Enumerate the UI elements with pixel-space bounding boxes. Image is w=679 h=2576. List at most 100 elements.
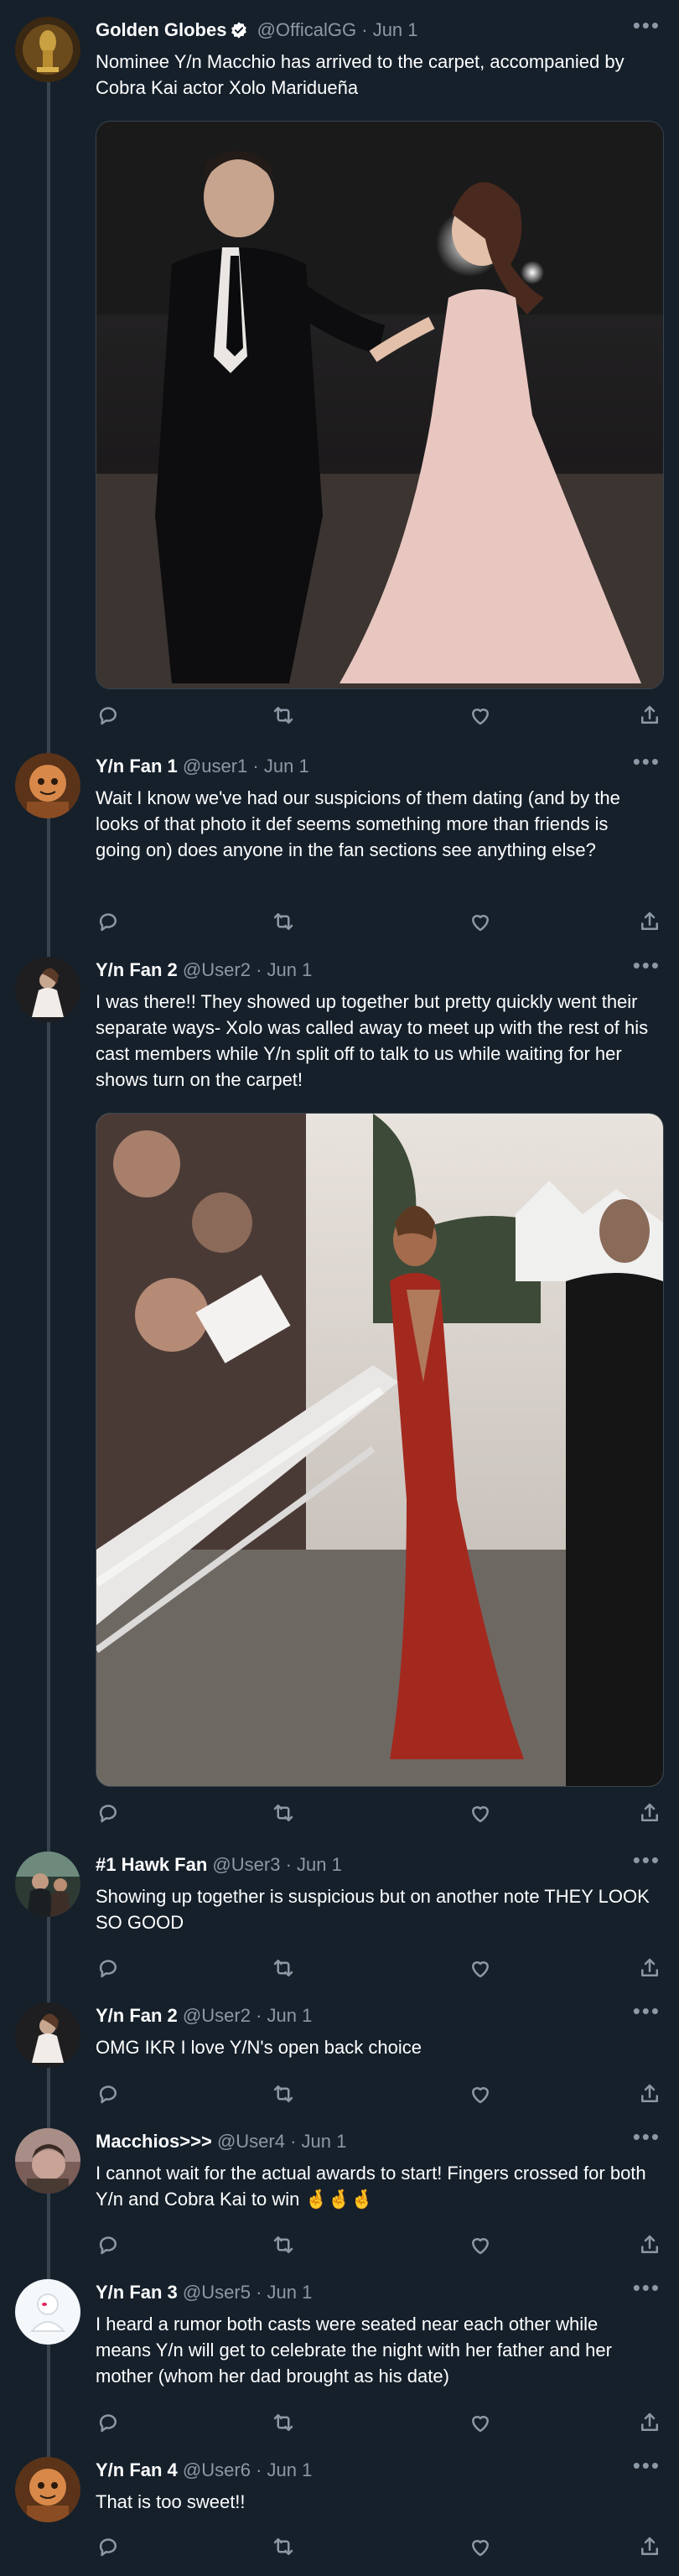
avatar[interactable]	[15, 1852, 80, 1917]
tweet-date[interactable]: Jun 1	[373, 19, 418, 40]
user-handle[interactable]: @User2	[183, 959, 251, 980]
tweet-date[interactable]: Jun 1	[267, 959, 313, 980]
tweet-text: OMG IKR I love Y/N's open back choice	[96, 2037, 422, 2058]
user-handle[interactable]: @User2	[183, 2005, 251, 2026]
tweet[interactable]: Y/n Fan 2 @User2 · Jun 1 ••• OMG IKR I l…	[0, 2000, 679, 2111]
tweet-actions	[96, 909, 662, 937]
tweet[interactable]: Golden Globes @OfficalGG · Jun 1 ••• Nom…	[0, 14, 679, 738]
display-name[interactable]: #1 Hawk Fan	[96, 1854, 207, 1875]
reply-icon[interactable]	[96, 909, 121, 934]
tweet-header: Y/n Fan 2 @User2 · Jun 1	[96, 2004, 312, 2028]
retweet-icon[interactable]	[271, 2232, 296, 2257]
tweet-date[interactable]: Jun 1	[267, 2459, 313, 2480]
reply-icon[interactable]	[96, 2081, 121, 2106]
tweet[interactable]: Y/n Fan 3 @User5 · Jun 1 ••• I heard a r…	[0, 2277, 679, 2444]
display-name[interactable]: Y/n Fan 3	[96, 2282, 178, 2303]
retweet-icon[interactable]	[271, 1800, 296, 1826]
display-name[interactable]: Golden Globes	[96, 19, 226, 40]
tweet-header: Y/n Fan 3 @User5 · Jun 1	[96, 2281, 312, 2304]
user-handle[interactable]: @OfficalGG	[257, 19, 357, 40]
tweet-header: Y/n Fan 1 @user1 · Jun 1	[96, 755, 309, 778]
user-handle[interactable]: @User5	[183, 2282, 251, 2303]
separator-dot: ·	[361, 19, 368, 40]
more-icon[interactable]: •••	[633, 2000, 661, 2022]
share-icon[interactable]	[637, 2232, 662, 2257]
share-icon[interactable]	[637, 703, 662, 728]
tweet[interactable]: Y/n Fan 2 @User2 · Jun 1 ••• I was there…	[0, 954, 679, 1837]
tweet-date[interactable]: Jun 1	[267, 2005, 313, 2026]
display-name[interactable]: Macchios>>>	[96, 2131, 212, 2152]
retweet-icon[interactable]	[271, 2081, 296, 2106]
like-icon[interactable]	[468, 2410, 493, 2435]
tweet-date[interactable]: Jun 1	[264, 756, 309, 776]
separator-dot: ·	[256, 2282, 262, 2303]
tweet-text: Showing up together is suspicious but on…	[96, 1886, 650, 1933]
retweet-icon[interactable]	[271, 1955, 296, 1981]
like-icon[interactable]	[468, 2081, 493, 2106]
more-icon[interactable]: •••	[633, 1849, 661, 1871]
more-icon[interactable]: •••	[633, 954, 661, 976]
tweet-text: I heard a rumor both casts were seated n…	[96, 2314, 612, 2386]
display-name[interactable]: Y/n Fan 4	[96, 2459, 178, 2480]
tweet-image[interactable]	[96, 1113, 664, 1787]
like-icon[interactable]	[468, 1955, 493, 1981]
tweet-text: Wait I know we've had our suspicions of …	[96, 787, 620, 860]
more-icon[interactable]: •••	[633, 750, 661, 772]
avatar[interactable]	[15, 2279, 80, 2345]
display-name[interactable]: Y/n Fan 2	[96, 959, 178, 980]
avatar[interactable]	[15, 17, 80, 82]
tweet-image[interactable]	[96, 121, 664, 689]
tweet[interactable]: Y/n Fan 4 @User6 · Jun 1 ••• That is too…	[0, 2454, 679, 2566]
share-icon[interactable]	[637, 2534, 662, 2559]
more-icon[interactable]: •••	[633, 14, 661, 36]
display-name[interactable]: Y/n Fan 1	[96, 756, 178, 776]
share-icon[interactable]	[637, 909, 662, 934]
tweet-text: Nominee Y/n Macchio has arrived to the c…	[96, 51, 625, 98]
avatar[interactable]	[15, 2128, 80, 2194]
reply-icon[interactable]	[96, 1955, 121, 1981]
share-icon[interactable]	[637, 2081, 662, 2106]
tweet[interactable]: Macchios>>> @User4 · Jun 1 ••• I cannot …	[0, 2126, 679, 2262]
retweet-icon[interactable]	[271, 703, 296, 728]
avatar[interactable]	[15, 2457, 80, 2522]
display-name[interactable]: Y/n Fan 2	[96, 2005, 178, 2026]
like-icon[interactable]	[468, 1800, 493, 1826]
separator-dot: ·	[256, 2459, 262, 2480]
reply-icon[interactable]	[96, 703, 121, 728]
user-handle[interactable]: @User3	[212, 1854, 280, 1875]
tweet[interactable]: Y/n Fan 1 @user1 · Jun 1 ••• Wait I know…	[0, 750, 679, 951]
avatar[interactable]	[15, 957, 80, 1022]
like-icon[interactable]	[468, 2534, 493, 2559]
tweet-date[interactable]: Jun 1	[302, 2131, 347, 2152]
separator-dot: ·	[256, 2005, 262, 2026]
reply-icon[interactable]	[96, 2232, 121, 2257]
like-icon[interactable]	[468, 909, 493, 934]
avatar[interactable]	[15, 753, 80, 818]
reply-icon[interactable]	[96, 2534, 121, 2559]
user-handle[interactable]: @user1	[183, 756, 247, 776]
user-handle[interactable]: @User6	[183, 2459, 251, 2480]
share-icon[interactable]	[637, 2410, 662, 2435]
tweet-header: #1 Hawk Fan @User3 · Jun 1	[96, 1853, 342, 1877]
more-icon[interactable]: •••	[633, 2277, 661, 2298]
like-icon[interactable]	[468, 703, 493, 728]
user-handle[interactable]: @User4	[217, 2131, 285, 2152]
tweet-text: I cannot wait for the actual awards to s…	[96, 2163, 646, 2210]
tweet-date[interactable]: Jun 1	[267, 2282, 313, 2303]
reply-icon[interactable]	[96, 2410, 121, 2435]
separator-dot: ·	[285, 1854, 292, 1875]
avatar[interactable]	[15, 2002, 80, 2068]
tweet[interactable]: #1 Hawk Fan @User3 · Jun 1 ••• Showing u…	[0, 1849, 679, 1986]
retweet-icon[interactable]	[271, 2534, 296, 2559]
like-icon[interactable]	[468, 2232, 493, 2257]
more-icon[interactable]: •••	[633, 2454, 661, 2476]
reply-icon[interactable]	[96, 1800, 121, 1826]
retweet-icon[interactable]	[271, 2410, 296, 2435]
share-icon[interactable]	[637, 1800, 662, 1826]
share-icon[interactable]	[637, 1955, 662, 1981]
separator-dot: ·	[290, 2131, 297, 2152]
retweet-icon[interactable]	[271, 909, 296, 934]
tweet-text: I was there!! They showed up together bu…	[96, 991, 649, 1090]
more-icon[interactable]: •••	[633, 2126, 661, 2148]
tweet-date[interactable]: Jun 1	[297, 1854, 342, 1875]
